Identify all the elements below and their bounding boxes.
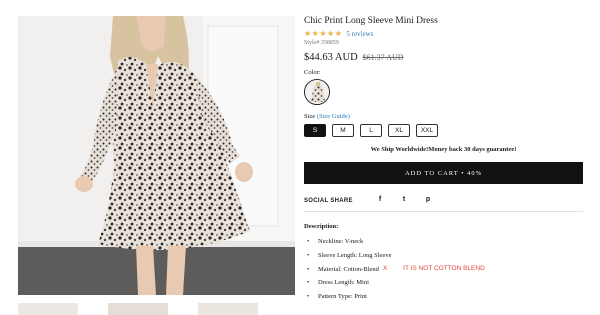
divider (304, 211, 583, 212)
product-title: Chic Print Long Sleeve Mini Dress (304, 16, 438, 26)
size-guide-link[interactable]: (Size Guide) (317, 113, 350, 120)
size-option-l[interactable]: L (360, 124, 382, 137)
material-annotation: X IT IS NOT COTTON BLEND (383, 265, 485, 272)
facebook-icon[interactable]: f (368, 196, 392, 203)
size-label: Size (304, 113, 316, 120)
thumbnail-2[interactable] (108, 303, 168, 315)
color-label: Color: (304, 69, 321, 76)
product-info-panel: Chic Print Long Sleeve Mini Dress ★★★★★ … (304, 0, 594, 315)
social-share-label: SOCIAL SHARE (304, 198, 353, 204)
list-item: Sleeve Length: Long Sleeve (304, 251, 391, 265)
annotation-mark: X (383, 265, 388, 272)
size-options: S M L XL XXL (304, 124, 444, 137)
original-price: $61.37 AUD (362, 53, 404, 62)
thumbnail-strip (18, 303, 295, 315)
add-to-cart-button[interactable]: ADD TO CART • 40% (304, 162, 583, 184)
list-item: Neckline: V-neck (304, 237, 391, 251)
list-item: Dress Length: Mini (304, 278, 391, 292)
shipping-note: We Ship Worldwide!Money back 30 days gua… (370, 146, 517, 153)
price-row: $44.63 AUD $61.37 AUD (304, 52, 404, 63)
reviews-link[interactable]: 5 reviews (346, 30, 373, 38)
dress-photo-illustration (18, 16, 295, 295)
rating-row: ★★★★★ 5 reviews (304, 29, 373, 38)
thumbnail-1[interactable] (18, 303, 78, 315)
thumbnail-3[interactable] (198, 303, 258, 315)
product-main-image[interactable] (18, 16, 295, 295)
size-option-m[interactable]: M (332, 124, 354, 137)
dress-swatch-image (305, 80, 329, 104)
description-label: Description: (304, 223, 339, 230)
twitter-icon[interactable]: t (392, 196, 416, 203)
star-rating-icon: ★★★★★ (304, 29, 343, 38)
size-label-row: Size (Size Guide) (304, 113, 350, 120)
list-item: Pattern Type: Print (304, 292, 391, 306)
color-swatch-selected[interactable] (304, 79, 330, 105)
list-item: Material: Cotton-Blend (304, 265, 391, 279)
pinterest-icon[interactable]: p (416, 196, 440, 203)
size-option-xxl[interactable]: XXL (416, 124, 438, 137)
size-option-s[interactable]: S (304, 124, 326, 137)
style-number: Style# 358859 (304, 40, 339, 46)
annotation-text: IT IS NOT COTTON BLEND (403, 265, 485, 272)
description-list: Neckline: V-neck Sleeve Length: Long Sle… (304, 237, 391, 306)
sale-price: $44.63 AUD (304, 52, 358, 63)
social-share-icons: f t p (368, 196, 440, 203)
size-option-xl[interactable]: XL (388, 124, 410, 137)
